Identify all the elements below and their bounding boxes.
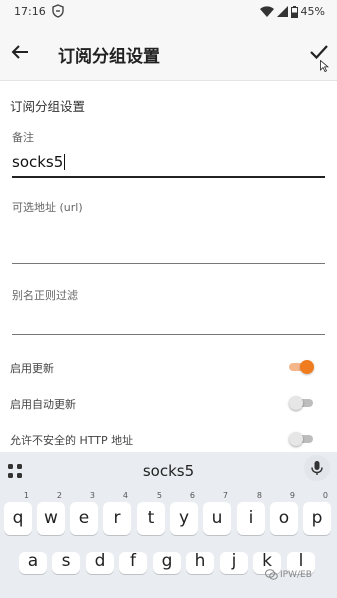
key-label: y: [178, 508, 190, 528]
key-hint: 3: [89, 491, 95, 500]
remark-field-underline: [12, 176, 325, 178]
battery-icon: [290, 5, 298, 18]
key-hint: 2: [56, 491, 62, 500]
key-hint: 7: [222, 491, 228, 500]
microphone-button[interactable]: [304, 455, 330, 481]
allow-insecure-http-label: 允许不安全的 HTTP 地址: [10, 434, 134, 447]
url-field[interactable]: [12, 237, 325, 257]
switch-thumb: [300, 360, 314, 374]
watermark-text: IPW/EB: [280, 569, 312, 580]
key-label: t: [147, 508, 155, 528]
key-label: u: [211, 508, 223, 528]
key-t[interactable]: t5: [137, 492, 165, 535]
microphone-icon: [311, 461, 323, 475]
section-title: 订阅分组设置: [10, 99, 86, 114]
switch-thumb: [289, 396, 303, 410]
key-hint: 6: [189, 491, 195, 500]
key-o[interactable]: o9: [270, 492, 298, 535]
allow-insecure-http-switch[interactable]: [289, 432, 313, 446]
switch-thumb: [289, 432, 303, 446]
alias-regex-field-underline: [12, 334, 325, 335]
url-field-underline: [12, 263, 325, 264]
key-label: r: [113, 508, 121, 528]
remark-field-label: 备注: [12, 131, 34, 144]
wifi-icon: [259, 6, 274, 17]
enable-update-switch[interactable]: [289, 360, 314, 374]
remark-field[interactable]: socks5: [12, 153, 66, 171]
key-a[interactable]: a: [19, 552, 47, 574]
key-g[interactable]: g: [153, 552, 181, 574]
key-hint: 4: [122, 491, 128, 500]
key-d[interactable]: d: [86, 552, 114, 574]
mouse-pointer-icon: [320, 60, 329, 72]
key-f[interactable]: f: [119, 552, 147, 574]
key-label: o: [278, 508, 290, 528]
key-r[interactable]: r4: [103, 492, 131, 535]
key-h[interactable]: h: [186, 552, 214, 574]
key-label: w: [44, 508, 58, 528]
enable-auto-update-switch[interactable]: [289, 396, 313, 410]
app-bar: 订阅分组设置: [0, 24, 337, 81]
page-title: 订阅分组设置: [58, 47, 160, 67]
signal-icon: [276, 6, 288, 17]
key-q[interactable]: q1: [4, 492, 32, 535]
back-arrow-icon[interactable]: [8, 40, 32, 64]
text-caret: [64, 154, 66, 170]
key-hint: 1: [23, 491, 29, 500]
key-hint: 0: [322, 491, 328, 500]
battery-percent: 45%: [300, 5, 325, 18]
key-hint: 5: [156, 491, 162, 500]
key-label: i: [248, 508, 254, 528]
key-p[interactable]: p0: [303, 492, 331, 535]
key-hint: 9: [289, 491, 295, 500]
wechat-logo-icon: [265, 569, 278, 580]
key-e[interactable]: e3: [70, 492, 98, 535]
enable-update-label: 启用更新: [10, 362, 54, 375]
alias-regex-field-label: 别名正则过滤: [12, 289, 78, 302]
keyboard-toolbar: socks5: [0, 452, 337, 488]
url-field-label: 可选地址 (url): [12, 201, 83, 214]
enable-auto-update-label: 启用自动更新: [10, 398, 76, 411]
watermark: IPW/EB: [265, 569, 312, 580]
key-j[interactable]: j: [220, 552, 248, 574]
status-time: 17:16: [14, 5, 46, 18]
status-bar: 17:16 45%: [0, 0, 337, 24]
key-label: e: [78, 508, 90, 528]
key-i[interactable]: i8: [237, 492, 265, 535]
key-label: p: [311, 508, 323, 528]
key-label: q: [12, 508, 24, 528]
word-suggestion[interactable]: socks5: [0, 462, 337, 480]
key-u[interactable]: u7: [203, 492, 231, 535]
key-w[interactable]: w2: [37, 492, 65, 535]
key-s[interactable]: s: [52, 552, 80, 574]
remark-field-value: socks5: [12, 153, 64, 171]
alias-regex-field[interactable]: [12, 313, 325, 333]
key-hint: 8: [256, 491, 262, 500]
key-y[interactable]: y6: [170, 492, 198, 535]
vpn-shield-icon: [52, 4, 64, 18]
